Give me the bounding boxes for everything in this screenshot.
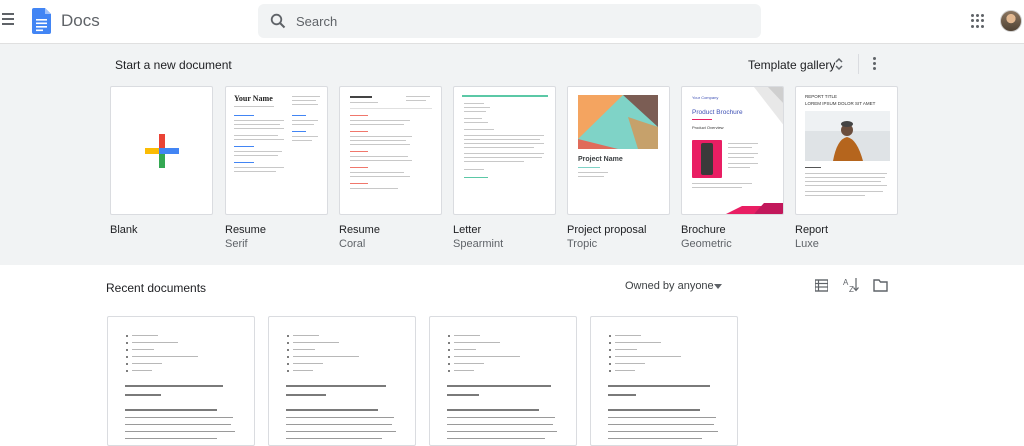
template-subtitle: Spearmint <box>453 238 504 250</box>
template-blank[interactable]: Blank <box>110 86 213 238</box>
sort-az-icon[interactable]: A Z <box>843 277 859 293</box>
thumb-company-text: Your Company <box>692 95 719 100</box>
dropdown-arrow-icon[interactable] <box>714 284 722 289</box>
plus-icon <box>145 134 179 168</box>
template-subtitle: Luxe <box>795 238 819 250</box>
template-thumbnail[interactable]: REPORT TITLE LOREM IPSUM DOLOR SIT AMET <box>795 86 898 215</box>
search-input[interactable] <box>296 4 746 38</box>
thumb-title-text: Project Name <box>578 156 623 163</box>
thumb-overview-text: Product Overview <box>692 125 724 130</box>
template-letter-spearmint[interactable]: Letter Spearmint <box>453 86 556 250</box>
template-subtitle: Geometric <box>681 238 732 250</box>
template-name: Resume <box>225 224 266 236</box>
template-report-luxe[interactable]: REPORT TITLE LOREM IPSUM DOLOR SIT AMET … <box>795 86 898 250</box>
template-name: Letter <box>453 224 482 236</box>
recent-document-card[interactable] <box>107 316 255 446</box>
template-thumbnail[interactable] <box>339 86 442 215</box>
more-options-icon[interactable] <box>871 57 877 73</box>
template-thumbnail[interactable]: Your Name <box>225 86 328 215</box>
thumb-brochure-title: Product Brochure <box>692 109 743 116</box>
docs-logo-icon[interactable] <box>32 8 51 34</box>
geometric-corner-graphic <box>754 87 783 125</box>
thumb-report-title: REPORT TITLE <box>805 94 838 99</box>
main-menu-icon[interactable] <box>2 13 14 25</box>
template-thumbnail[interactable] <box>110 86 213 215</box>
geometric-footer-graphic <box>726 203 783 214</box>
google-apps-icon[interactable] <box>971 14 985 28</box>
template-section: Start a new document Template gallery Bl… <box>0 44 1024 265</box>
recent-document-card[interactable] <box>590 316 738 446</box>
template-thumbnail[interactable] <box>453 86 556 215</box>
list-view-icon[interactable] <box>815 279 828 292</box>
template-subtitle: Tropic <box>567 238 598 250</box>
app-header: Docs <box>0 0 1024 44</box>
template-subtitle: Serif <box>225 238 248 250</box>
recent-document-card[interactable] <box>268 316 416 446</box>
app-title[interactable]: Docs <box>61 11 100 31</box>
divider <box>858 54 859 74</box>
template-gallery-button[interactable]: Template gallery <box>748 58 835 72</box>
section-title-start-new: Start a new document <box>115 58 232 72</box>
template-name: Report <box>795 224 829 236</box>
tropic-graphic <box>568 87 669 149</box>
template-thumbnail[interactable]: Your Company Product Brochure Product Ov… <box>681 86 784 215</box>
recent-documents-title: Recent documents <box>106 281 207 295</box>
template-name: Blank <box>110 224 138 236</box>
recent-document-card[interactable] <box>429 316 577 446</box>
template-thumbnail[interactable]: Project Name <box>567 86 670 215</box>
template-name: Resume <box>339 224 380 236</box>
svg-text:Z: Z <box>849 285 854 293</box>
template-subtitle: Coral <box>339 238 366 250</box>
thumb-report-subtitle: LOREM IPSUM DOLOR SIT AMET <box>805 101 876 106</box>
unfold-more-icon[interactable] <box>834 57 844 71</box>
report-photo <box>805 111 890 161</box>
template-resume-serif[interactable]: Your Name Resume Serif <box>225 86 328 250</box>
thumb-name-text: Your Name <box>234 94 273 103</box>
owner-filter-dropdown[interactable]: Owned by anyone <box>625 280 714 292</box>
template-brochure-geometric[interactable]: Your Company Product Brochure Product Ov… <box>681 86 784 250</box>
template-project-proposal-tropic[interactable]: Project Name Project proposal Tropic <box>567 86 670 250</box>
search-icon[interactable] <box>270 13 286 29</box>
account-avatar[interactable] <box>1000 10 1022 32</box>
folder-icon[interactable] <box>873 279 888 292</box>
template-resume-coral[interactable]: Resume Coral <box>339 86 442 250</box>
template-name: Brochure <box>681 224 726 236</box>
search-bar[interactable] <box>258 4 761 38</box>
template-name: Project proposal <box>567 224 647 236</box>
